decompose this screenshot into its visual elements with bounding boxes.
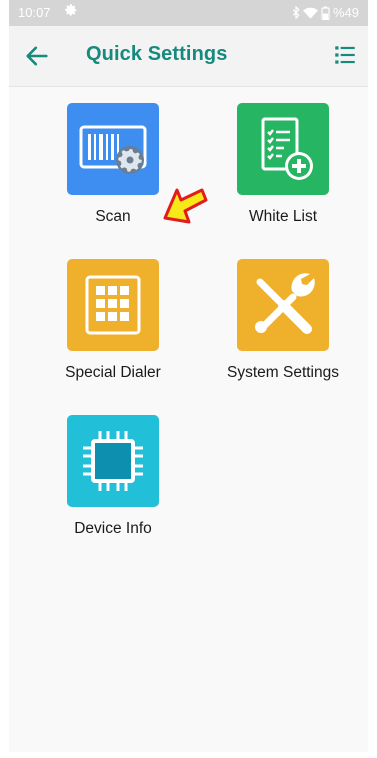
gear-icon [65,4,77,16]
bluetooth-icon [292,6,300,19]
tile-white-list[interactable]: White List [213,103,353,226]
left-frame [0,0,9,758]
keypad-grid-icon [85,275,141,335]
barcode-gear-icon [79,125,147,174]
page-title: Quick Settings [86,43,228,65]
tile-label: Device Info [74,520,152,537]
chip-icon [83,431,143,491]
special-dialer-tile-icon [67,259,159,351]
wifi-icon [302,7,318,19]
wrench-screwdriver-icon [255,273,315,334]
battery-percent: %49 [332,5,359,20]
red-yellow-arrow-icon [163,188,208,224]
tile-label: White List [248,208,318,225]
scan-tile-icon [67,103,159,195]
right-frame [368,0,377,758]
white-list-tile-icon [237,103,329,195]
battery-icon [321,6,330,20]
tile-label: Special Dialer [65,364,161,381]
status-bar: 10:07 %49 [9,0,368,26]
list-menu-icon[interactable] [332,42,358,68]
tile-system-settings[interactable]: System Settings [213,259,353,382]
status-icons: %49 [292,5,359,20]
tile-special-dialer[interactable]: Special Dialer [43,259,183,382]
system-settings-tile-icon [237,259,329,351]
tile-device-info[interactable]: Device Info [43,415,183,538]
tile-label: System Settings [227,364,339,381]
device-info-tile-icon [67,415,159,507]
status-time: 10:07 [18,5,51,20]
checklist-add-icon [261,117,313,180]
app-bar: Quick Settings [9,26,368,87]
arrow-left-icon[interactable] [23,42,51,70]
bottom-frame [0,752,377,758]
